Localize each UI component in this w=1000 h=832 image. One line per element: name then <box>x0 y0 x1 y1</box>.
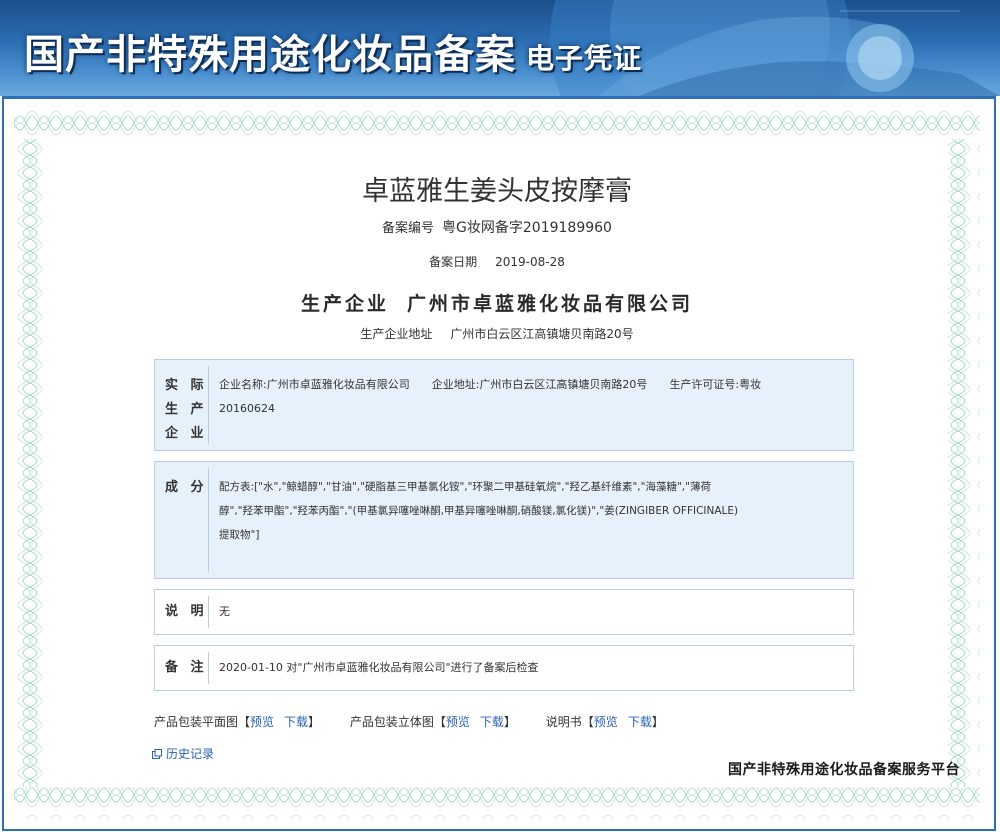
product-name: 卓蓝雅生姜头皮按摩膏 <box>362 176 632 206</box>
producer-address-label: 生产企业地址 <box>360 327 433 341</box>
note-text: 无 <box>219 605 230 618</box>
record-number-label: 备案编号 <box>382 221 435 236</box>
remark-label: 备 注 <box>155 652 209 684</box>
ingredients-line-2: 醇","羟苯甲酯","羟苯丙酯","(甲基氯异噻唑啉酮,甲基异噻唑啉酮,硝酸镁,… <box>219 505 739 517</box>
flat-package-group: 产品包装平面图【预览 下载】 <box>154 713 320 730</box>
producer-label: 生产企业 <box>300 293 389 315</box>
manual-group: 说明书【预览 下载】 <box>546 713 664 730</box>
certificate-frame: 卓蓝雅生姜头皮按摩膏 备案编号 粤G妆网备字2019189960 备案日期 2019… <box>2 96 996 831</box>
record-number-value: 粤G妆网备字2019189960 <box>442 220 612 236</box>
stereo-package-download-link[interactable]: 下载 <box>480 715 504 729</box>
record-date-line: 备案日期 2019-08-28 <box>14 253 980 270</box>
attachment-links: 产品包装平面图【预览 下载】 产品包装立体图【预览 下载】 说明书【预览 下载】 <box>154 713 690 730</box>
record-number-line: 备案编号 粤G妆网备字2019189960 <box>14 217 980 237</box>
actual-producer-label-line-2: 生 产 <box>165 402 208 417</box>
banner-title-main: 国产非特殊用途化妆品备案 <box>24 31 516 78</box>
license-value-cont: 20160624 <box>219 402 275 415</box>
flat-package-label: 产品包装平面图【 <box>154 715 251 729</box>
producer-name: 广州市卓蓝雅化妆品有限公司 <box>407 293 694 315</box>
banner-title: 国产非特殊用途化妆品备案 电子凭证 <box>24 22 642 80</box>
producer-address-line: 生产企业地址 广州市白云区江高镇塘贝南路20号 <box>14 325 980 342</box>
record-date-label: 备案日期 <box>429 255 478 269</box>
certificate-body: 卓蓝雅生姜头皮按摩膏 备案编号 粤G妆网备字2019189960 备案日期 2019… <box>14 107 980 819</box>
manual-close: 】 <box>651 715 664 729</box>
company-name-label: 企业名称: <box>219 378 267 391</box>
external-link-icon <box>152 748 162 759</box>
remark-text: 2020-01-10 对"广州市卓蓝雅化妆品有限公司"进行了备案后检查 <box>219 661 539 674</box>
producer-line: 生产企业 广州市卓蓝雅化妆品有限公司 <box>14 289 980 316</box>
stereo-package-group: 产品包装立体图【预览 下载】 <box>350 713 516 730</box>
actual-producer-box: 实 际 生 产 企 业 企业名称:广州市卓蓝雅化妆品有限公司 企业地址:广州市白云… <box>154 359 854 451</box>
actual-producer-label-line-3: 企 业 <box>165 426 208 441</box>
manual-preview-link[interactable]: 预览 <box>594 715 618 729</box>
ingredients-line-3: 提取物"] <box>219 529 260 541</box>
stereo-package-close: 】 <box>503 715 516 729</box>
flat-package-download-link[interactable]: 下载 <box>284 715 308 729</box>
ingredients-box: 成 分 配方表:["水","鲸蜡醇","甘油","硬脂基三甲基氯化铵","环聚二… <box>154 461 854 579</box>
header-banner: 国产非特殊用途化妆品备案 电子凭证 <box>0 0 1000 96</box>
company-name-value: 广州市卓蓝雅化妆品有限公司 <box>266 378 410 391</box>
platform-name: 国产非特殊用途化妆品备案服务平台 <box>728 762 960 778</box>
history-link[interactable]: 历史记录 <box>152 745 214 762</box>
actual-producer-row: 企业名称:广州市卓蓝雅化妆品有限公司 企业地址:广州市白云区江高镇塘贝南路20号 生… <box>219 373 843 397</box>
note-label: 说 明 <box>155 596 209 628</box>
stereo-package-label: 产品包装立体图【 <box>349 715 446 729</box>
company-address-label: 企业地址: <box>431 378 480 391</box>
ingredients-label: 成 分 <box>155 468 209 572</box>
license-value: 粤妆 <box>739 378 762 391</box>
manual-label: 说明书【 <box>545 715 594 729</box>
actual-producer-info: 企业名称:广州市卓蓝雅化妆品有限公司 企业地址:广州市白云区江高镇塘贝南路20号 生… <box>209 360 853 450</box>
producer-address-value: 广州市白云区江高镇塘贝南路20号 <box>450 327 634 341</box>
actual-producer-label-line-1: 实 际 <box>165 378 208 393</box>
flat-package-close: 】 <box>308 715 321 729</box>
ingredients-text: 配方表:["水","鲸蜡醇","甘油","硬脂基三甲基氯化铵","环聚二甲基硅氧… <box>209 462 853 578</box>
actual-producer-label: 实 际 生 产 企 业 <box>155 366 209 444</box>
manual-download-link[interactable]: 下载 <box>628 715 652 729</box>
record-date-value: 2019-08-28 <box>495 255 565 269</box>
stereo-package-preview-link[interactable]: 预览 <box>446 715 470 729</box>
flat-package-preview-link[interactable]: 预览 <box>250 715 274 729</box>
license-label: 生产许可证号: <box>669 378 740 391</box>
remark-box: 备 注 2020-01-10 对"广州市卓蓝雅化妆品有限公司"进行了备案后检查 <box>154 645 854 691</box>
ingredients-line-1: 配方表:["水","鲸蜡醇","甘油","硬脂基三甲基氯化铵","环聚二甲基硅氧… <box>219 481 711 493</box>
history-label: 历史记录 <box>166 747 215 761</box>
company-address-value: 广州市白云区江高镇塘贝南路20号 <box>479 378 648 391</box>
banner-subtitle: 电子凭证 <box>526 42 643 75</box>
note-box: 说 明 无 <box>154 589 854 635</box>
